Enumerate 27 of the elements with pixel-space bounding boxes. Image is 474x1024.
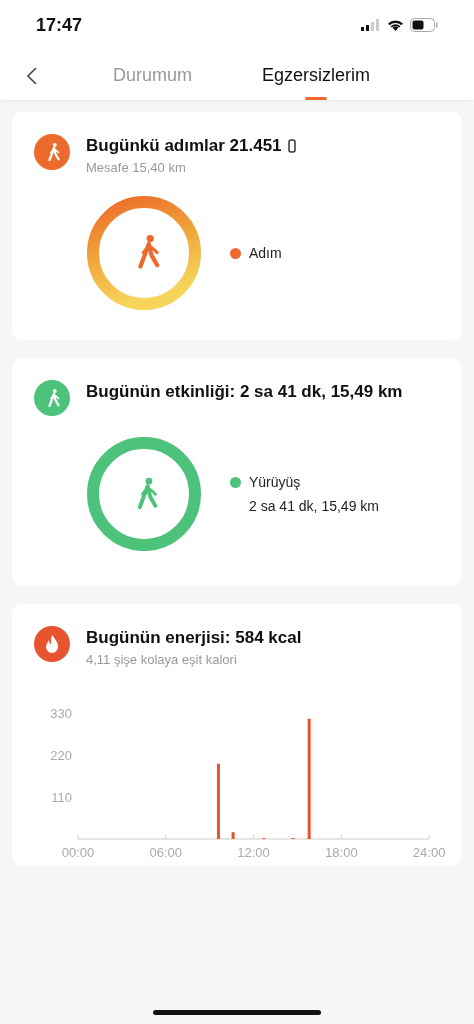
legend-detail: 2 sa 41 dk, 15,49 km — [249, 498, 379, 514]
back-icon[interactable] — [26, 66, 38, 86]
y-tick-label: 330 — [50, 706, 72, 721]
x-tick-label: 18:00 — [325, 845, 358, 860]
y-tick-label: 110 — [51, 790, 72, 805]
status-time: 17:47 — [36, 14, 83, 36]
card-subtitle: 4,11 şişe kolaya eşit kalori — [86, 652, 238, 667]
band-icon — [287, 139, 296, 153]
wifi-icon — [387, 18, 404, 32]
legend-label: Adım — [249, 245, 282, 261]
card-subtitle: Mesafe 15,40 km — [86, 160, 187, 175]
x-tick-label: 00:00 — [61, 845, 95, 860]
x-tick-label: 12:00 — [237, 845, 270, 860]
y-tick-label: 220 — [50, 748, 72, 763]
card-title: Bugünün etkinliği: 2 sa 41 dk, 15,49 km — [86, 382, 403, 402]
flame-icon — [34, 626, 70, 662]
battery-icon — [410, 18, 438, 32]
card-title: Bugünkü adımlar 21.451 — [86, 136, 282, 156]
walking-icon — [34, 134, 70, 170]
x-tick-label: 06:00 — [149, 845, 183, 860]
legend-label: Yürüyüş — [249, 474, 301, 490]
x-tick-label: 24:00 — [412, 845, 446, 860]
nav-tab[interactable]: Egzersizlerim — [262, 50, 371, 100]
bar — [231, 832, 235, 839]
signal-icon — [361, 19, 381, 31]
card-title: Bugünün enerjisi: 584 kcal — [86, 628, 302, 648]
walking-icon — [34, 380, 70, 416]
